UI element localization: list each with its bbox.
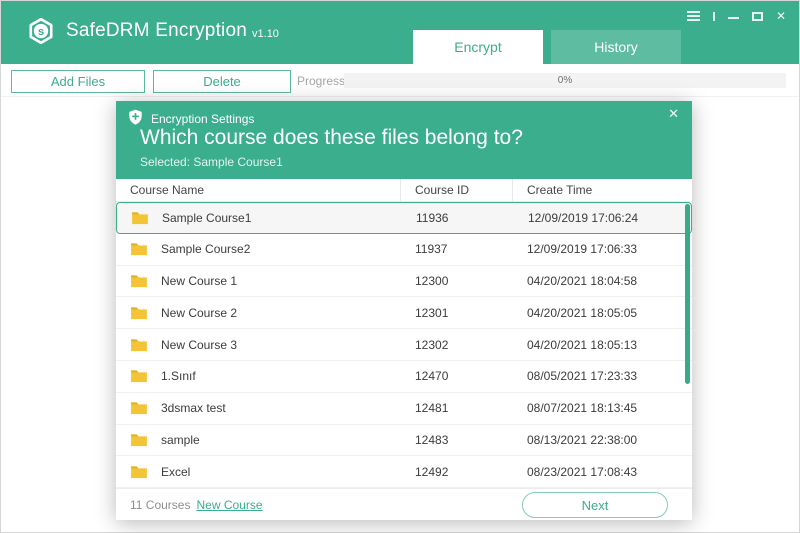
course-create-time: 04/20/2021 18:05:13: [527, 337, 638, 352]
app-version: v1.10: [252, 28, 279, 40]
folder-icon: [130, 369, 148, 383]
window-close-icon[interactable]: ✕: [776, 9, 786, 23]
column-course-id: Course ID: [401, 179, 513, 201]
course-create-time: 04/20/2021 18:04:58: [527, 273, 638, 288]
course-name: New Course 3: [161, 337, 238, 352]
menu-icon[interactable]: [686, 9, 700, 23]
course-id: 12492: [415, 464, 449, 479]
course-create-time: 04/20/2021 18:05:05: [527, 305, 638, 320]
course-count: 11 Courses: [130, 498, 191, 512]
add-files-button[interactable]: Add Files: [11, 70, 145, 93]
window-controls: ✕: [686, 9, 786, 23]
safedrm-logo-icon: s: [27, 17, 55, 45]
course-name: 3dsmax test: [161, 401, 226, 416]
folder-icon: [131, 211, 149, 225]
tab-encrypt[interactable]: Encrypt: [413, 30, 543, 64]
course-name: sample: [161, 432, 200, 447]
folder-icon: [130, 242, 148, 256]
dialog-header: Encryption Settings ✕ Which course does …: [116, 101, 692, 179]
tab-history[interactable]: History: [551, 30, 681, 64]
tab-bar: Encrypt History: [413, 30, 681, 64]
folder-icon: [130, 338, 148, 352]
table-row[interactable]: 3dsmax test 12481 08/07/2021 18:13:45: [116, 393, 692, 425]
table-row[interactable]: New Course 3 12302 04/20/2021 18:05:13: [116, 329, 692, 361]
progress-value: 0%: [557, 75, 573, 86]
brand: s SafeDRM Encryption v1.10: [27, 17, 279, 45]
table-row[interactable]: sample 12483 08/13/2021 22:38:00: [116, 425, 692, 457]
folder-icon: [130, 306, 148, 320]
new-course-link[interactable]: New Course: [196, 498, 262, 512]
table-row[interactable]: Excel 12492 08/23/2021 17:08:43: [116, 456, 692, 488]
course-create-time: 12/09/2019 17:06:24: [528, 210, 639, 225]
course-create-time: 08/07/2021 18:13:45: [527, 401, 638, 416]
course-id: 12470: [415, 369, 449, 384]
dialog-title: Encryption Settings: [151, 111, 255, 126]
maximize-icon[interactable]: [751, 11, 763, 21]
course-id: 12481: [415, 401, 449, 416]
delete-button[interactable]: Delete: [153, 70, 291, 93]
table-row[interactable]: 1.Sınıf 12470 08/05/2021 17:23:33: [116, 361, 692, 393]
progress-bar: 0%: [344, 73, 786, 88]
course-create-time: 08/23/2021 17:08:43: [527, 464, 638, 479]
course-name: Sample Course2: [161, 242, 251, 257]
encryption-settings-dialog: Encryption Settings ✕ Which course does …: [116, 101, 692, 520]
course-table-header: Course Name Course ID Create Time: [116, 179, 692, 202]
course-create-time: 12/09/2019 17:06:33: [527, 242, 638, 257]
column-course-name: Course Name: [116, 179, 401, 201]
column-create-time: Create Time: [527, 183, 593, 197]
dialog-footer: 11 Courses New Course Next: [116, 488, 692, 520]
next-button[interactable]: Next: [522, 492, 668, 518]
course-id: 12301: [415, 305, 449, 320]
app-header: s SafeDRM Encryption v1.10 ✕ Encrypt His…: [1, 1, 799, 64]
course-id: 11937: [415, 242, 448, 257]
course-name: 1.Sınıf: [161, 369, 196, 384]
table-row[interactable]: New Course 2 12301 04/20/2021 18:05:05: [116, 297, 692, 330]
course-name: Excel: [161, 464, 191, 479]
dialog-close-icon[interactable]: ✕: [668, 106, 679, 122]
folder-icon: [130, 274, 148, 288]
dialog-question: Which course does these files belong to?: [140, 126, 523, 149]
course-create-time: 08/13/2021 22:38:00: [527, 432, 638, 447]
course-id: 12300: [415, 273, 449, 288]
footer-left: 11 Courses New Course: [130, 498, 263, 512]
table-row[interactable]: New Course 1 12300 04/20/2021 18:04:58: [116, 266, 692, 298]
app-title: SafeDRM Encryption: [66, 20, 248, 41]
folder-icon: [130, 433, 148, 447]
table-row[interactable]: Sample Course2 11937 12/09/2019 17:06:33: [116, 234, 692, 266]
dialog-selected-course: Selected: Sample Course1: [140, 155, 283, 169]
folder-icon: [130, 465, 148, 479]
minimize-icon[interactable]: [727, 17, 739, 19]
course-name: Sample Course1: [162, 210, 252, 225]
course-table: Sample Course1 11936 12/09/2019 17:06:24…: [116, 202, 692, 488]
table-scrollbar[interactable]: [685, 204, 690, 384]
toolbar: Add Files Delete Progress 0%: [1, 64, 799, 97]
svg-text:s: s: [38, 26, 44, 38]
folder-icon: [130, 401, 148, 415]
course-create-time: 08/05/2021 17:23:33: [527, 369, 638, 384]
progress-label: Progress: [297, 74, 346, 88]
course-id: 12483: [415, 432, 449, 447]
controls-separator-icon: [712, 11, 715, 21]
table-row[interactable]: Sample Course1 11936 12/09/2019 17:06:24: [116, 202, 692, 234]
course-id: 12302: [415, 337, 449, 352]
course-name: New Course 2: [161, 305, 238, 320]
course-table-body: Sample Course1 11936 12/09/2019 17:06:24…: [116, 202, 692, 488]
course-name: New Course 1: [161, 273, 238, 288]
course-id: 11936: [416, 210, 449, 225]
